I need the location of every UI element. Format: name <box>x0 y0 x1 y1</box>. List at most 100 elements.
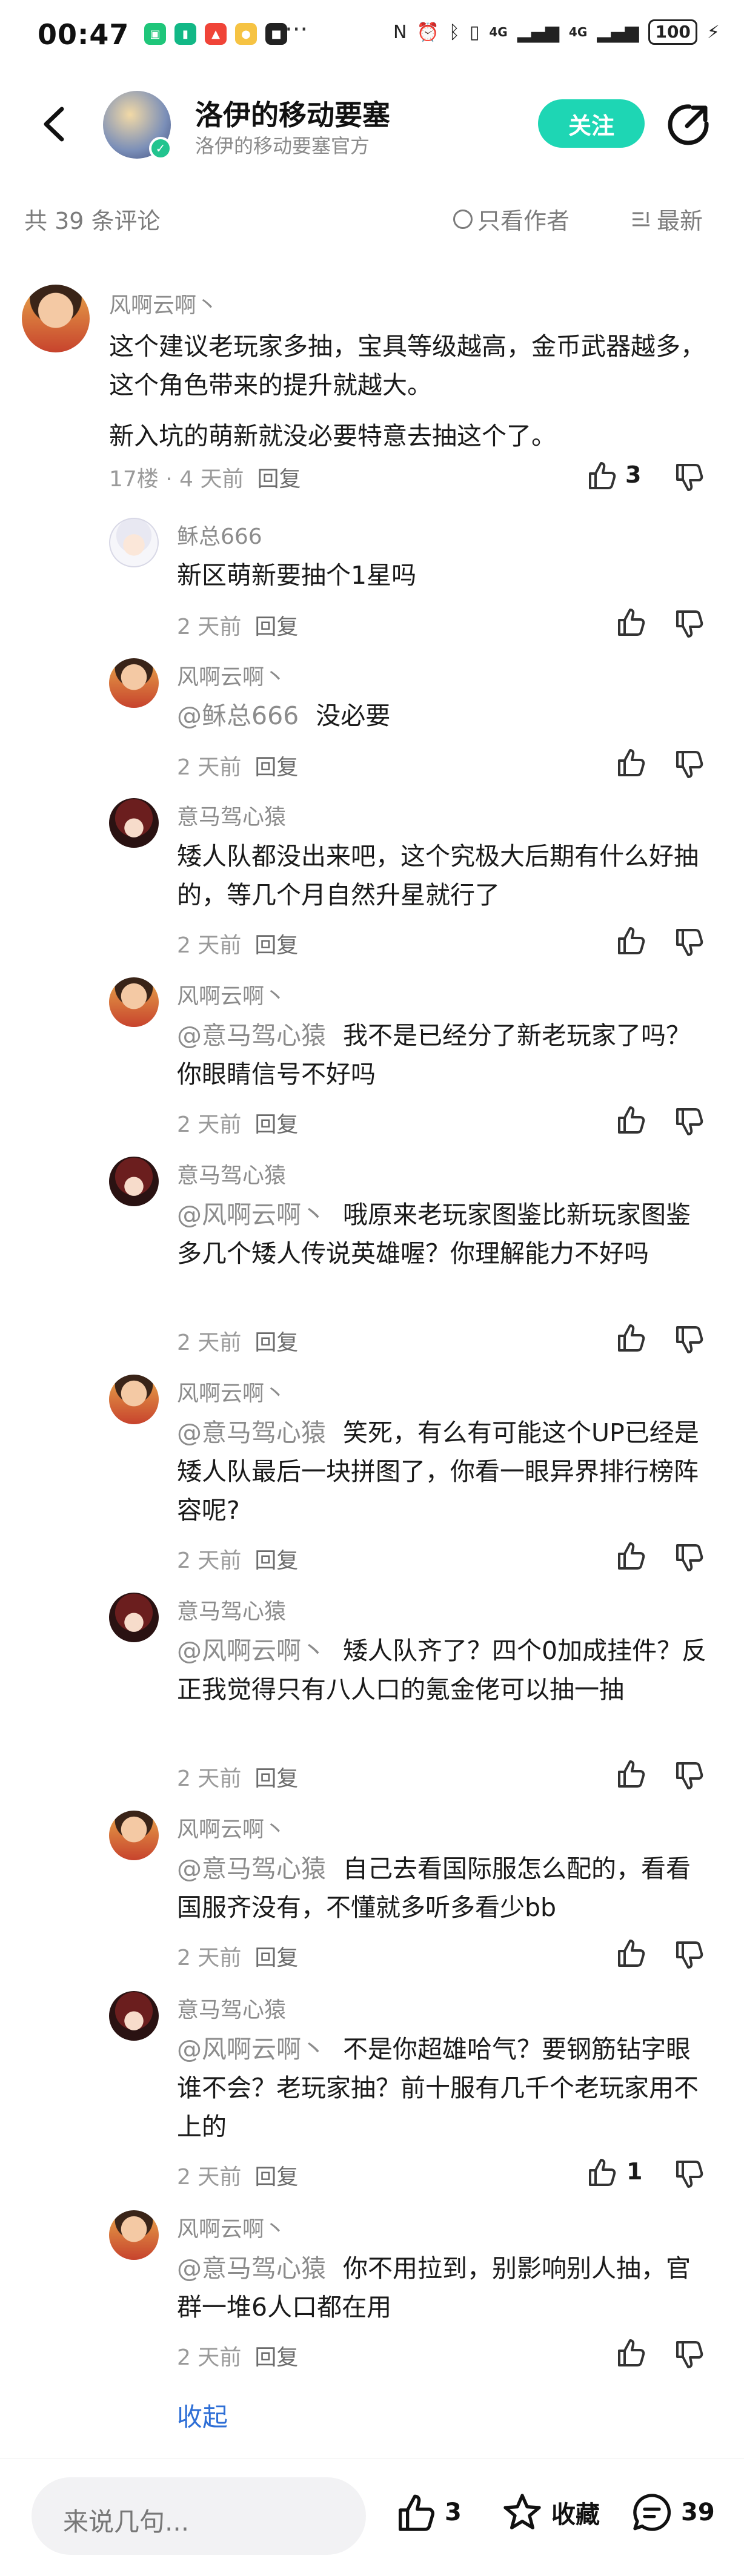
header: ✓ 洛伊的移动要塞 洛伊的移动要塞官方 关注 <box>0 73 744 176</box>
alarm-icon: ⏰ <box>416 21 439 43</box>
reply-text: 新区萌新要抽个1星吗 <box>177 556 710 595</box>
avatar[interactable] <box>109 1593 159 1642</box>
reply-mention[interactable]: @意马驾心猿 <box>177 1021 326 1050</box>
reply-text: @意马驾心猿 你不用拉到，别影响别人抽，官群一堆6人口都在用 <box>177 2249 710 2327</box>
dislike-icon[interactable] <box>673 1324 705 1356</box>
reply-username[interactable]: 意马驾心猿 <box>177 1992 286 2024</box>
reply-time: 2 天前 <box>177 1112 242 1137</box>
like-icon[interactable] <box>614 924 647 957</box>
reply-button[interactable]: 回复 <box>254 933 298 958</box>
reply-button[interactable]: 回复 <box>254 755 298 780</box>
dislike-icon[interactable] <box>673 608 705 641</box>
dislike-icon[interactable] <box>673 1542 705 1574</box>
comment-input[interactable]: 来说几句... <box>32 2477 366 2555</box>
reply-meta: 2 天前 回复 <box>177 2159 298 2191</box>
reply-mention[interactable]: @意马驾心猿 <box>177 1854 326 1883</box>
dislike-icon[interactable] <box>673 926 705 959</box>
bluetooth-icon: ᛒ <box>448 21 460 43</box>
like-icon[interactable] <box>614 2336 647 2369</box>
reply-username[interactable]: 稣总666 <box>177 519 262 550</box>
like-icon[interactable] <box>614 1539 647 1572</box>
only-author-toggle[interactable]: 只看作者 <box>453 202 570 236</box>
favorite-button[interactable]: 收藏 <box>500 2491 600 2534</box>
reply-button[interactable]: 回复 <box>254 615 298 639</box>
reply-text: @稣总666 没必要 <box>177 696 710 735</box>
like-icon[interactable] <box>614 606 647 638</box>
reply-button[interactable]: 回复 <box>254 2345 298 2370</box>
like-icon[interactable] <box>585 2156 618 2188</box>
channel-avatar[interactable]: ✓ <box>103 91 172 160</box>
avatar[interactable] <box>109 518 159 567</box>
reply-button[interactable]: 回复 <box>254 1548 298 1573</box>
reply-meta: 2 天前 回复 <box>177 928 298 959</box>
reply-meta: 2 天前 回复 <box>177 1940 298 1972</box>
dislike-icon[interactable] <box>673 461 705 494</box>
favorite-label: 收藏 <box>551 2501 600 2529</box>
share-icon[interactable] <box>665 102 711 148</box>
reply-time: 2 天前 <box>177 1330 242 1355</box>
reply-button[interactable]: 回复 <box>254 1112 298 1137</box>
like-count: 1 <box>626 2158 643 2185</box>
reply-button[interactable]: 回复 <box>254 1946 298 1970</box>
reply-mention[interactable]: @稣总666 <box>177 701 299 730</box>
reply-mention[interactable]: @风啊云啊丶 <box>177 1636 326 1665</box>
avatar[interactable] <box>109 798 159 848</box>
comment-bubble-icon <box>633 2494 671 2531</box>
verified-icon: ✓ <box>149 137 172 160</box>
reply-mention[interactable]: @风啊云啊丶 <box>177 1200 326 1229</box>
battery-level: 100 <box>648 19 697 45</box>
reply-button[interactable]: 回复 <box>257 467 301 492</box>
like-icon[interactable] <box>614 1103 647 1136</box>
like-icon[interactable] <box>614 746 647 779</box>
reply-body: 新区萌新要抽个1星吗 <box>177 561 417 590</box>
reply-button[interactable]: 回复 <box>254 1330 298 1355</box>
reply-username[interactable]: 意马驾心猿 <box>177 1158 286 1189</box>
reply-username[interactable]: 风啊云啊丶 <box>177 659 286 691</box>
reply-mention[interactable]: @风啊云啊丶 <box>177 2035 326 2064</box>
reply-button[interactable]: 回复 <box>254 2165 298 2190</box>
reply-username[interactable]: 意马驾心猿 <box>177 799 286 831</box>
app-notification-icon: ▮ <box>174 23 196 45</box>
like-icon[interactable] <box>585 459 618 492</box>
reply-username[interactable]: 意马驾心猿 <box>177 1594 286 1625</box>
channel-title[interactable]: 洛伊的移动要塞 <box>195 93 390 133</box>
sort-dropdown[interactable]: 最新 <box>630 202 703 236</box>
avatar[interactable] <box>109 1811 159 1860</box>
reply-time: 2 天前 <box>177 2165 242 2190</box>
like-icon[interactable] <box>614 1937 647 1969</box>
dislike-icon[interactable] <box>673 2339 705 2371</box>
comments-button[interactable]: 39 <box>630 2491 715 2534</box>
reply-time: 2 天前 <box>177 615 242 639</box>
follow-button[interactable]: 关注 <box>538 99 645 148</box>
reply-time: 2 天前 <box>177 1548 242 1573</box>
avatar[interactable] <box>109 1375 159 1424</box>
reply-button[interactable]: 回复 <box>254 1766 298 1791</box>
comment-username[interactable]: 风啊云啊丶 <box>109 288 218 319</box>
like-icon[interactable] <box>614 1757 647 1790</box>
reply-username[interactable]: 风啊云啊丶 <box>177 2211 286 2243</box>
dislike-icon[interactable] <box>673 1760 705 1792</box>
back-icon[interactable] <box>36 103 73 145</box>
reply-username[interactable]: 风啊云啊丶 <box>177 1376 286 1407</box>
avatar[interactable] <box>109 977 159 1027</box>
dislike-icon[interactable] <box>673 748 705 781</box>
reply-mention[interactable]: @意马驾心猿 <box>177 1418 326 1447</box>
reply-mention[interactable]: @意马驾心猿 <box>177 2254 326 2283</box>
reply-username[interactable]: 风啊云啊丶 <box>177 979 286 1010</box>
avatar[interactable] <box>22 285 90 352</box>
avatar[interactable] <box>109 2210 159 2260</box>
dislike-icon[interactable] <box>673 1106 705 1138</box>
more-notifications-icon: ··· <box>285 16 308 44</box>
avatar[interactable] <box>109 1157 159 1206</box>
dislike-icon[interactable] <box>673 2158 705 2191</box>
like-post-button[interactable]: 3 <box>394 2491 462 2534</box>
collapse-replies-link[interactable]: 收起 <box>177 2397 228 2434</box>
avatar[interactable] <box>109 1991 159 2041</box>
avatar[interactable] <box>109 658 159 708</box>
like-icon[interactable] <box>614 1321 647 1354</box>
app-notification-icon: ● <box>235 23 257 45</box>
dislike-icon[interactable] <box>673 1939 705 1972</box>
star-icon <box>503 2494 541 2529</box>
reply-meta: 2 天前 回复 <box>177 1761 298 1792</box>
reply-username[interactable]: 风啊云啊丶 <box>177 1812 286 1843</box>
